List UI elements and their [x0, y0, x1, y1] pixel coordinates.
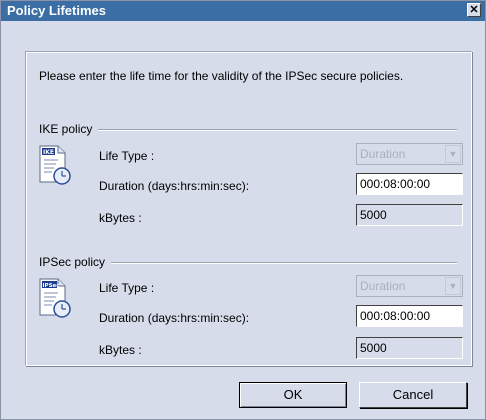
- ipsec-kbytes-label: kBytes :: [99, 343, 142, 357]
- ipsec-icon-caption: IPSec: [43, 283, 60, 289]
- ike-life-type-label: Life Type :: [99, 149, 155, 163]
- chevron-down-icon: ▼: [445, 145, 461, 163]
- title-bar[interactable]: Policy Lifetimes ✕: [1, 1, 485, 21]
- ipsec-life-type-select: Duration ▼: [356, 275, 463, 297]
- dialog-title: Policy Lifetimes: [7, 3, 106, 18]
- intro-text: Please enter the life time for the valid…: [39, 69, 404, 83]
- ipsec-kbytes-field: 5000: [356, 337, 463, 359]
- ike-duration-label: Duration (days:hrs:min:sec):: [99, 179, 250, 193]
- close-button[interactable]: ✕: [467, 3, 481, 17]
- ike-group-legend: IKE policy: [39, 122, 99, 136]
- ipsec-life-type-value: Duration: [360, 279, 406, 293]
- ike-policy-icon: IKE: [39, 145, 71, 185]
- ike-life-type-select: Duration ▼: [356, 143, 463, 165]
- ike-kbytes-field: 5000: [356, 204, 463, 226]
- ike-life-type-value: Duration: [360, 147, 406, 161]
- ike-group-divider: [39, 129, 457, 131]
- ok-button[interactable]: OK: [239, 382, 347, 408]
- ipsec-duration-label: Duration (days:hrs:min:sec):: [99, 311, 250, 325]
- ipsec-group-legend: IPSec policy: [39, 255, 112, 269]
- ike-kbytes-label: kBytes :: [99, 211, 142, 225]
- ike-icon-caption: IKE: [43, 149, 54, 156]
- ike-duration-input[interactable]: 000:08:00:00: [356, 173, 463, 195]
- ipsec-life-type-label: Life Type :: [99, 281, 155, 295]
- ipsec-policy-icon: IPSec: [39, 278, 71, 318]
- cancel-button[interactable]: Cancel: [359, 382, 467, 408]
- policy-lifetimes-dialog: Policy Lifetimes ✕ Please enter the life…: [0, 0, 486, 420]
- close-icon: ✕: [469, 4, 479, 16]
- chevron-down-icon: ▼: [445, 277, 461, 295]
- ipsec-duration-input[interactable]: 000:08:00:00: [356, 305, 463, 327]
